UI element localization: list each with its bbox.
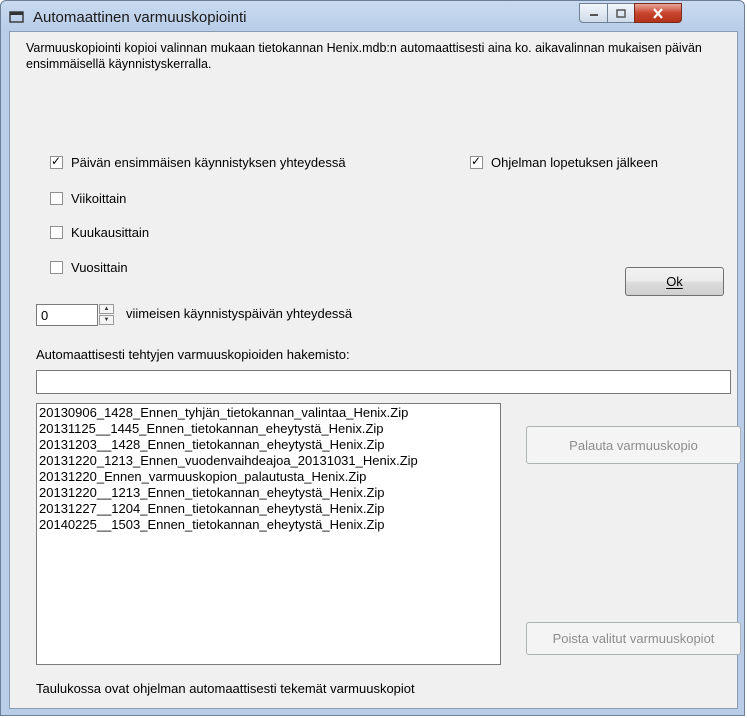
maximize-icon [616, 8, 626, 18]
spin-up-icon[interactable]: ▲ [99, 304, 114, 314]
restore-backup-label: Palauta varmuuskopio [569, 437, 698, 453]
checkbox-monthly-label: Kuukausittain [71, 225, 150, 240]
ok-button[interactable]: Ok [625, 267, 724, 296]
delete-backups-label: Poista valitut varmuuskopiot [552, 631, 715, 646]
list-item[interactable]: 20131125__1445_Ennen_tietokannan_eheytys… [39, 421, 498, 437]
app-window-icon [9, 11, 24, 23]
footer-text: Taulukossa ovat ohjelman automaattisesti… [36, 681, 415, 696]
backup-listbox[interactable]: 20130906_1428_Ennen_tyhjän_tietokannan_v… [36, 403, 501, 665]
description-text: Varmuuskopiointi kopioi valinnan mukaan … [26, 41, 702, 71]
checkbox-yearly-box[interactable] [50, 261, 63, 274]
spinner-label: viimeisen käynnistyspäivän yhteydessä [126, 306, 353, 321]
checkbox-first-start-label: Päivän ensimmäisen käynnistyksen yhteyde… [71, 155, 346, 170]
list-item[interactable]: 20130906_1428_Ennen_tyhjän_tietokannan_v… [39, 405, 498, 421]
days-spinner[interactable]: ▲ ▼ [99, 304, 116, 326]
days-spinner-input[interactable]: 0 [36, 304, 98, 326]
checkbox-yearly[interactable]: Vuosittain [50, 260, 128, 275]
minimize-icon [589, 14, 598, 16]
checkbox-monthly-box[interactable] [50, 226, 63, 239]
window-title: Automaattinen varmuuskopiointi [33, 9, 247, 26]
delete-backups-button[interactable]: Poista valitut varmuuskopiot [526, 622, 741, 655]
list-item[interactable]: 20140225__1503_Ennen_tietokannan_eheytys… [39, 517, 498, 533]
list-item[interactable]: 20131220_1213_Ennen_vuodenvaihdeajoa_201… [39, 453, 498, 469]
checkbox-first-start-box[interactable] [50, 154, 63, 169]
checkbox-weekly-box[interactable] [50, 192, 63, 205]
minimize-button[interactable] [579, 3, 608, 23]
restore-backup-button[interactable]: Palauta varmuuskopio [526, 426, 741, 464]
checkbox-after-exit-label: Ohjelman lopetuksen jälkeen [491, 155, 658, 170]
dialog-window: Automaattinen varmuuskopiointi Varmuusko… [0, 0, 745, 716]
checkbox-first-start[interactable]: Päivän ensimmäisen käynnistyksen yhteyde… [50, 154, 346, 170]
checkbox-monthly[interactable]: Kuukausittain [50, 225, 149, 240]
checkbox-after-exit[interactable]: Ohjelman lopetuksen jälkeen [470, 154, 658, 170]
checkbox-after-exit-box[interactable] [470, 154, 483, 169]
list-item[interactable]: 20131220_Ennen_varmuuskopion_palautusta_… [39, 469, 498, 485]
title-bar[interactable]: Automaattinen varmuuskopiointi [1, 1, 744, 35]
list-item[interactable]: 20131203__1428_Ennen_tietokannan_eheytys… [39, 437, 498, 453]
list-item[interactable]: 20131220__1213_Ennen_tietokannan_eheytys… [39, 485, 498, 501]
list-item[interactable]: 20131227__1204_Ennen_tietokannan_eheytys… [39, 501, 498, 517]
maximize-button[interactable] [607, 3, 635, 23]
directory-input[interactable] [36, 370, 731, 394]
checkbox-weekly[interactable]: Viikoittain [50, 191, 126, 206]
checkbox-weekly-label: Viikoittain [71, 191, 127, 206]
spin-down-icon[interactable]: ▼ [99, 315, 114, 325]
ok-button-label: Ok [666, 274, 683, 289]
close-button[interactable] [634, 3, 682, 23]
close-icon [653, 7, 663, 19]
checkbox-yearly-label: Vuosittain [71, 260, 128, 275]
directory-label: Automaattisesti tehtyjen varmuuskopioide… [36, 347, 350, 362]
